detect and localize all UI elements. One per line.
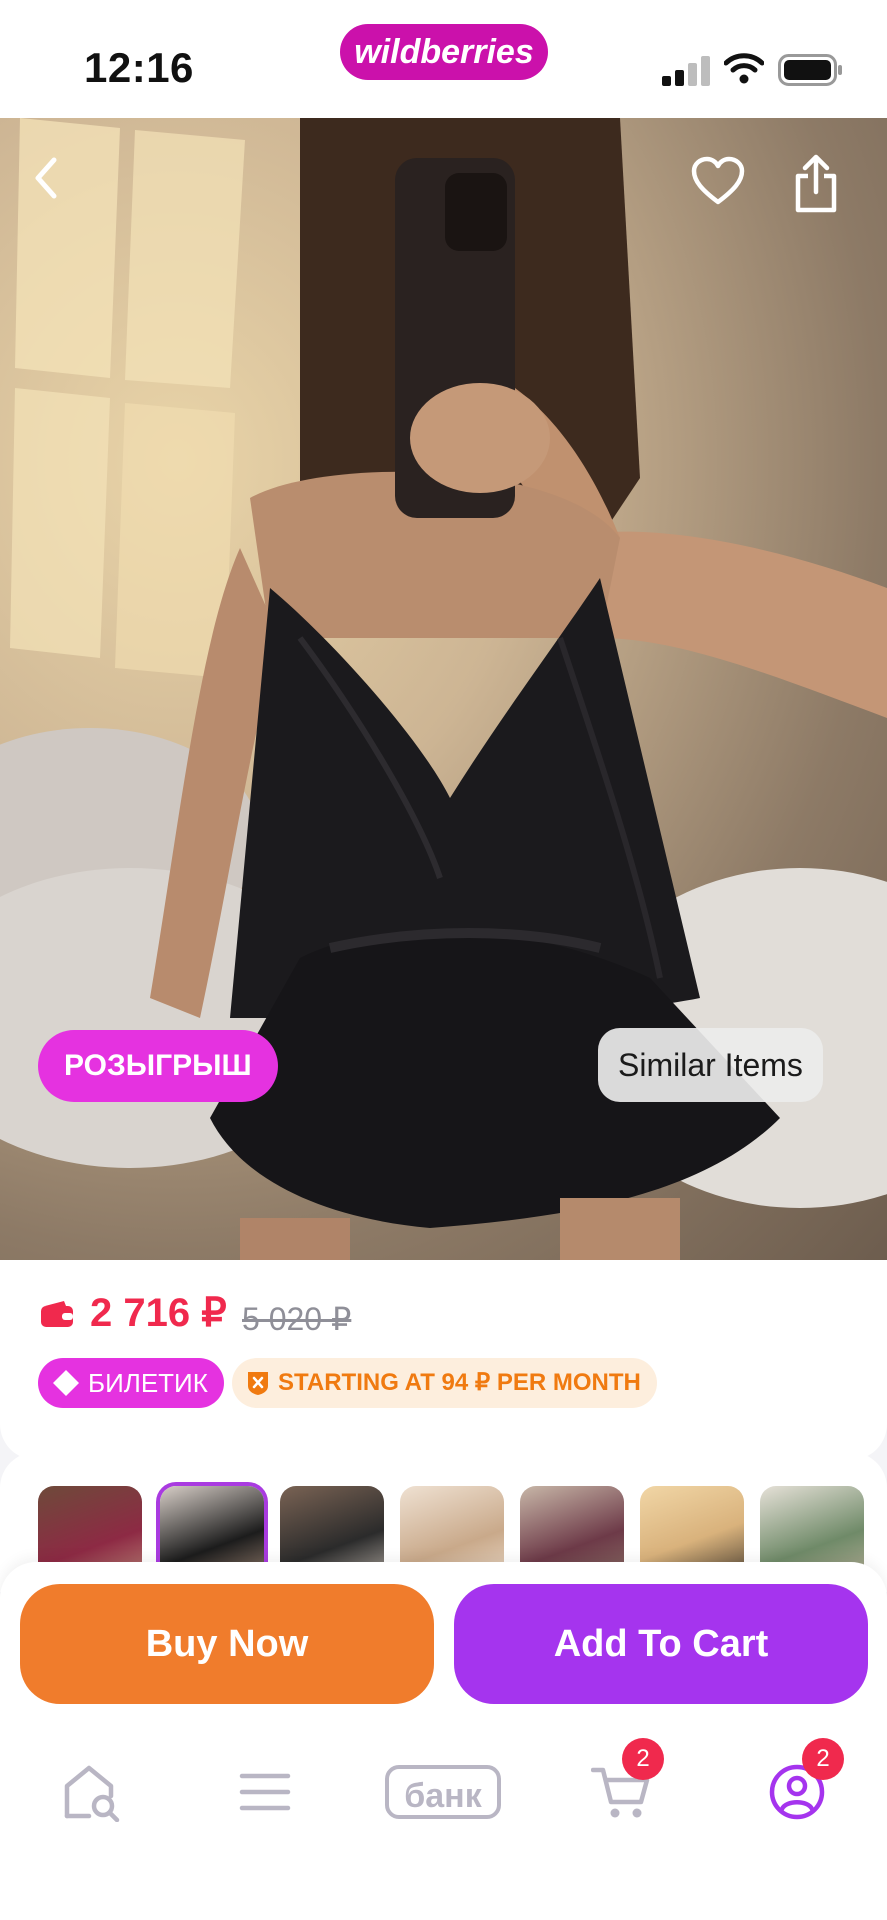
menu-icon bbox=[239, 1773, 291, 1811]
ticket-label: БИЛЕТИК bbox=[88, 1368, 208, 1398]
signal-icon bbox=[662, 56, 710, 86]
action-bar: Buy Now Add To Cart bbox=[0, 1562, 887, 1742]
share-button[interactable] bbox=[792, 154, 856, 218]
status-bar: 12:16 wildberries bbox=[0, 0, 887, 118]
tab-bank[interactable]: банк bbox=[382, 1752, 504, 1832]
bank-label: банк bbox=[385, 1765, 501, 1819]
current-price: 2 716 ₽ bbox=[90, 1291, 227, 1335]
cart-badge: 2 bbox=[622, 1738, 664, 1780]
installment-badge[interactable]: STARTING AT 94 ₽ PER MONTH bbox=[232, 1358, 657, 1408]
profile-badge: 2 bbox=[802, 1738, 844, 1780]
product-image[interactable]: РОЗЫГРЫШ Similar Items bbox=[0, 118, 887, 1260]
tab-bar: банк 2 2 bbox=[0, 1738, 887, 1920]
chevron-left-icon bbox=[35, 157, 57, 199]
tab-home[interactable] bbox=[46, 1752, 136, 1832]
status-time: 12:16 bbox=[84, 44, 194, 91]
back-button[interactable] bbox=[28, 154, 92, 218]
ticket-icon bbox=[53, 1370, 79, 1396]
battery-icon bbox=[778, 54, 842, 86]
price-card: 2 716 ₽ 5 020 ₽ БИЛЕТИК STARTING AT 94 ₽… bbox=[0, 1260, 887, 1460]
tab-cart[interactable]: 2 bbox=[576, 1738, 666, 1832]
tab-catalog[interactable] bbox=[220, 1752, 310, 1832]
ticket-badge[interactable]: БИЛЕТИК bbox=[38, 1358, 224, 1408]
old-price: 5 020 ₽ bbox=[242, 1301, 352, 1337]
installment-label: STARTING AT 94 ₽ PER MONTH bbox=[278, 1369, 641, 1396]
brand-logo: wildberries bbox=[340, 24, 548, 80]
favorite-button[interactable] bbox=[690, 156, 754, 220]
buy-now-button[interactable]: Buy Now bbox=[20, 1584, 434, 1704]
installment-icon bbox=[248, 1372, 268, 1395]
add-to-cart-button[interactable]: Add To Cart bbox=[454, 1584, 868, 1704]
raffle-badge[interactable]: РОЗЫГРЫШ bbox=[38, 1030, 278, 1102]
share-icon bbox=[795, 154, 837, 213]
home-search-icon bbox=[64, 1765, 120, 1822]
heart-icon bbox=[691, 156, 745, 205]
wifi-icon bbox=[724, 53, 764, 84]
wallet-icon bbox=[41, 1301, 73, 1327]
tab-profile[interactable]: 2 bbox=[752, 1738, 844, 1832]
similar-items-button[interactable]: Similar Items bbox=[598, 1028, 823, 1102]
